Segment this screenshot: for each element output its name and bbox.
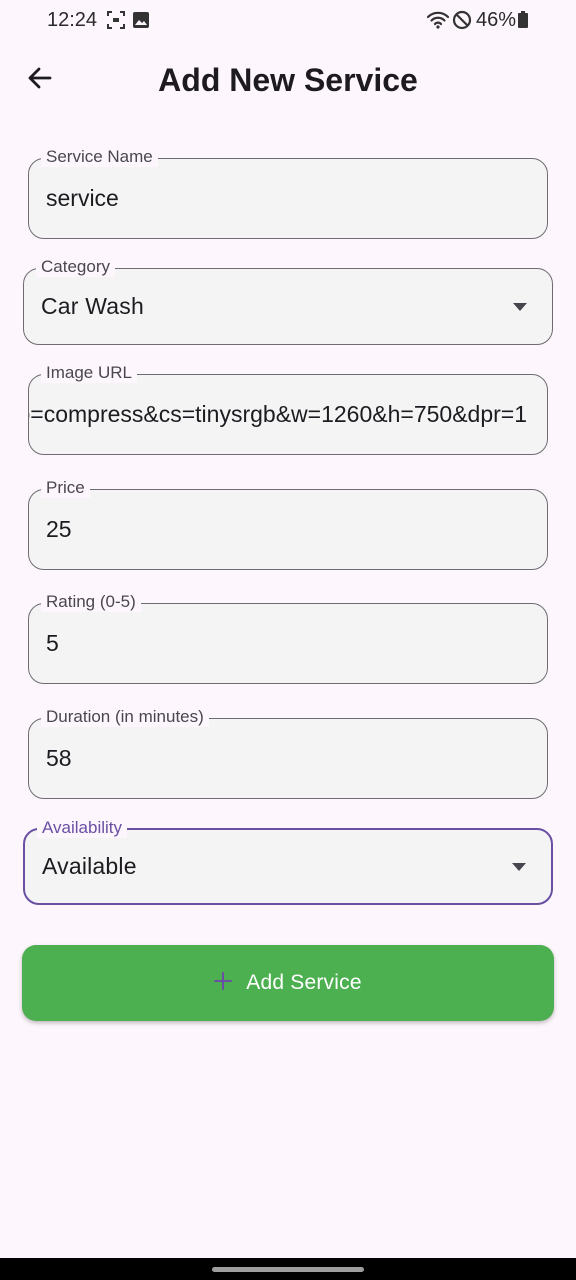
category-value: Car Wash	[41, 293, 144, 319]
status-time: 12:24	[47, 9, 98, 31]
category-dropdown[interactable]: Category Car Wash	[23, 257, 553, 345]
service-name-field[interactable]: Service Name service	[28, 147, 548, 239]
status-bar: 12:24 46%	[0, 0, 576, 40]
image-url-scroller: pexels-photo.jpeg?auto=compress&cs=tinys…	[29, 375, 527, 454]
image-url-clip: pexels-photo.jpeg?auto=compress&cs=tinys…	[29, 375, 547, 454]
page-title: Add New Service	[158, 62, 418, 98]
battery-percent: 46%	[476, 9, 517, 31]
plus-icon	[214, 971, 233, 995]
dropdown-arrow-icon	[513, 302, 527, 311]
image-url-field[interactable]: pexels-photo.jpeg?auto=compress&cs=tinys…	[28, 363, 548, 455]
service-name-value: service	[46, 185, 119, 211]
add-service-button[interactable]: Add Service	[22, 945, 554, 1021]
screenshot-icon	[106, 10, 126, 30]
navigation-bar	[0, 1258, 576, 1280]
do-not-disturb-icon	[452, 10, 472, 30]
wifi-icon	[426, 10, 450, 30]
duration-value: 58	[46, 745, 72, 771]
battery-icon	[517, 10, 529, 30]
availability-dropdown[interactable]: Availability Available	[23, 818, 553, 905]
home-handle[interactable]	[212, 1267, 364, 1272]
price-field[interactable]: Price 25	[28, 478, 548, 570]
image-url-label: Image URL	[41, 363, 137, 383]
dropdown-arrow-icon	[512, 862, 526, 871]
rating-field[interactable]: Rating (0-5) 5	[28, 592, 548, 684]
duration-field[interactable]: Duration (in minutes) 58	[28, 707, 548, 799]
image-url-value: pexels-photo.jpeg?auto=compress&cs=tinys…	[29, 401, 527, 427]
price-value: 25	[46, 516, 72, 542]
rating-value: 5	[46, 630, 59, 656]
gallery-icon	[131, 10, 151, 30]
availability-value: Available	[42, 853, 137, 879]
add-service-label: Add Service	[246, 971, 362, 994]
